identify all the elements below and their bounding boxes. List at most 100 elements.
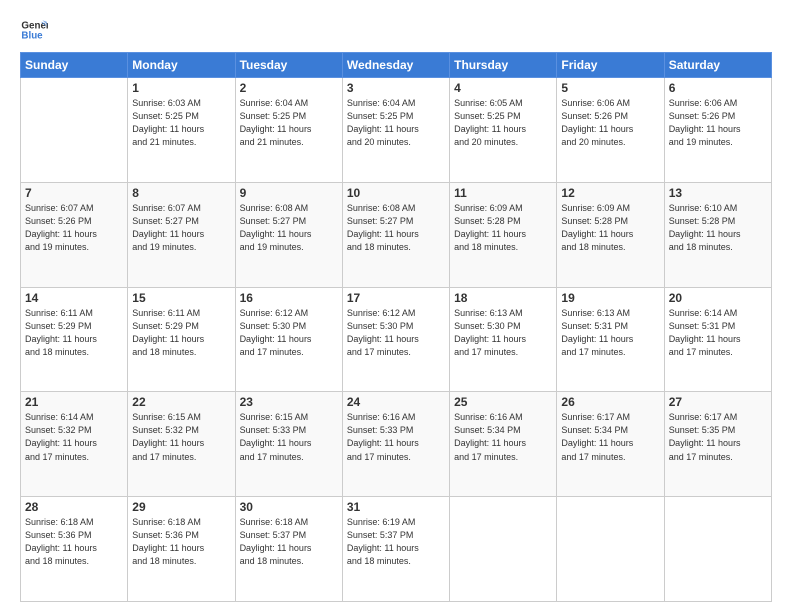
day-number: 13 xyxy=(669,186,767,200)
calendar-week-4: 21 Sunrise: 6:14 AM Sunset: 5:32 PM Dayli… xyxy=(21,392,772,497)
day-info: Sunrise: 6:08 AM Sunset: 5:27 PM Dayligh… xyxy=(240,202,338,254)
day-info: Sunrise: 6:08 AM Sunset: 5:27 PM Dayligh… xyxy=(347,202,445,254)
calendar-cell xyxy=(21,78,128,183)
day-number: 30 xyxy=(240,500,338,514)
day-number: 10 xyxy=(347,186,445,200)
calendar-cell: 27 Sunrise: 6:17 AM Sunset: 5:35 PM Dayli… xyxy=(664,392,771,497)
calendar-cell: 5Sunrise: 6:06 AM Sunset: 5:26 PM Daylig… xyxy=(557,78,664,183)
calendar-cell: 7Sunrise: 6:07 AM Sunset: 5:26 PM Daylig… xyxy=(21,182,128,287)
day-number: 26 xyxy=(561,395,659,409)
calendar-cell: 25 Sunrise: 6:16 AM Sunset: 5:34 PM Dayli… xyxy=(450,392,557,497)
calendar-cell: 15 Sunrise: 6:11 AM Sunset: 5:29 PM Dayli… xyxy=(128,287,235,392)
day-number: 6 xyxy=(669,81,767,95)
calendar-cell: 17 Sunrise: 6:12 AM Sunset: 5:30 PM Dayli… xyxy=(342,287,449,392)
header: General Blue xyxy=(20,16,772,44)
calendar-week-3: 14 Sunrise: 6:11 AM Sunset: 5:29 PM Dayli… xyxy=(21,287,772,392)
day-info: Sunrise: 6:04 AM Sunset: 5:25 PM Dayligh… xyxy=(347,97,445,149)
calendar-cell: 11 Sunrise: 6:09 AM Sunset: 5:28 PM Dayli… xyxy=(450,182,557,287)
day-info: Sunrise: 6:17 AM Sunset: 5:35 PM Dayligh… xyxy=(669,411,767,463)
calendar-week-2: 7Sunrise: 6:07 AM Sunset: 5:26 PM Daylig… xyxy=(21,182,772,287)
day-number: 8 xyxy=(132,186,230,200)
day-info: Sunrise: 6:11 AM Sunset: 5:29 PM Dayligh… xyxy=(25,307,123,359)
calendar-cell: 28 Sunrise: 6:18 AM Sunset: 5:36 PM Dayli… xyxy=(21,497,128,602)
calendar-cell: 9 Sunrise: 6:08 AM Sunset: 5:27 PM Daylig… xyxy=(235,182,342,287)
calendar-cell: 4 Sunrise: 6:05 AM Sunset: 5:25 PM Daylig… xyxy=(450,78,557,183)
day-info: Sunrise: 6:03 AM Sunset: 5:25 PM Dayligh… xyxy=(132,97,230,149)
day-info: Sunrise: 6:14 AM Sunset: 5:32 PM Dayligh… xyxy=(25,411,123,463)
logo-icon: General Blue xyxy=(20,16,48,44)
day-number: 1 xyxy=(132,81,230,95)
day-info: Sunrise: 6:15 AM Sunset: 5:32 PM Dayligh… xyxy=(132,411,230,463)
calendar-week-1: 1 Sunrise: 6:03 AM Sunset: 5:25 PM Daylig… xyxy=(21,78,772,183)
day-info: Sunrise: 6:09 AM Sunset: 5:28 PM Dayligh… xyxy=(454,202,552,254)
calendar-cell: 3 Sunrise: 6:04 AM Sunset: 5:25 PM Daylig… xyxy=(342,78,449,183)
day-number: 23 xyxy=(240,395,338,409)
header-day-saturday: Saturday xyxy=(664,53,771,78)
day-info: Sunrise: 6:09 AM Sunset: 5:28 PM Dayligh… xyxy=(561,202,659,254)
calendar-cell: 2 Sunrise: 6:04 AM Sunset: 5:25 PM Daylig… xyxy=(235,78,342,183)
day-number: 17 xyxy=(347,291,445,305)
day-number: 9 xyxy=(240,186,338,200)
day-number: 4 xyxy=(454,81,552,95)
day-info: Sunrise: 6:15 AM Sunset: 5:33 PM Dayligh… xyxy=(240,411,338,463)
calendar-cell xyxy=(664,497,771,602)
day-number: 20 xyxy=(669,291,767,305)
day-info: Sunrise: 6:13 AM Sunset: 5:31 PM Dayligh… xyxy=(561,307,659,359)
day-number: 19 xyxy=(561,291,659,305)
day-info: Sunrise: 6:12 AM Sunset: 5:30 PM Dayligh… xyxy=(240,307,338,359)
calendar-cell: 16 Sunrise: 6:12 AM Sunset: 5:30 PM Dayli… xyxy=(235,287,342,392)
calendar-cell: 14 Sunrise: 6:11 AM Sunset: 5:29 PM Dayli… xyxy=(21,287,128,392)
day-info: Sunrise: 6:16 AM Sunset: 5:34 PM Dayligh… xyxy=(454,411,552,463)
day-number: 3 xyxy=(347,81,445,95)
calendar-week-5: 28 Sunrise: 6:18 AM Sunset: 5:36 PM Dayli… xyxy=(21,497,772,602)
calendar-cell: 6 Sunrise: 6:06 AM Sunset: 5:26 PM Daylig… xyxy=(664,78,771,183)
header-day-thursday: Thursday xyxy=(450,53,557,78)
day-info: Sunrise: 6:11 AM Sunset: 5:29 PM Dayligh… xyxy=(132,307,230,359)
day-number: 24 xyxy=(347,395,445,409)
day-info: Sunrise: 6:18 AM Sunset: 5:36 PM Dayligh… xyxy=(25,516,123,568)
day-number: 22 xyxy=(132,395,230,409)
calendar-cell xyxy=(450,497,557,602)
day-info: Sunrise: 6:04 AM Sunset: 5:25 PM Dayligh… xyxy=(240,97,338,149)
day-number: 11 xyxy=(454,186,552,200)
day-number: 5 xyxy=(561,81,659,95)
calendar-cell: 24 Sunrise: 6:16 AM Sunset: 5:33 PM Dayli… xyxy=(342,392,449,497)
day-number: 15 xyxy=(132,291,230,305)
header-day-monday: Monday xyxy=(128,53,235,78)
calendar-cell: 22 Sunrise: 6:15 AM Sunset: 5:32 PM Dayli… xyxy=(128,392,235,497)
day-number: 28 xyxy=(25,500,123,514)
day-info: Sunrise: 6:06 AM Sunset: 5:26 PM Dayligh… xyxy=(669,97,767,149)
day-info: Sunrise: 6:10 AM Sunset: 5:28 PM Dayligh… xyxy=(669,202,767,254)
day-info: Sunrise: 6:14 AM Sunset: 5:31 PM Dayligh… xyxy=(669,307,767,359)
day-number: 21 xyxy=(25,395,123,409)
calendar-cell: 1 Sunrise: 6:03 AM Sunset: 5:25 PM Daylig… xyxy=(128,78,235,183)
calendar-cell: 18Sunrise: 6:13 AM Sunset: 5:30 PM Dayli… xyxy=(450,287,557,392)
day-number: 2 xyxy=(240,81,338,95)
calendar-cell xyxy=(557,497,664,602)
page: General Blue SundayMondayTuesdayWednesda… xyxy=(0,0,792,612)
day-number: 16 xyxy=(240,291,338,305)
calendar-cell: 12 Sunrise: 6:09 AM Sunset: 5:28 PM Dayli… xyxy=(557,182,664,287)
day-number: 25 xyxy=(454,395,552,409)
header-day-wednesday: Wednesday xyxy=(342,53,449,78)
calendar-header: SundayMondayTuesdayWednesdayThursdayFrid… xyxy=(21,53,772,78)
day-info: Sunrise: 6:16 AM Sunset: 5:33 PM Dayligh… xyxy=(347,411,445,463)
header-row: SundayMondayTuesdayWednesdayThursdayFrid… xyxy=(21,53,772,78)
calendar-cell: 20 Sunrise: 6:14 AM Sunset: 5:31 PM Dayli… xyxy=(664,287,771,392)
day-info: Sunrise: 6:05 AM Sunset: 5:25 PM Dayligh… xyxy=(454,97,552,149)
calendar-cell: 13 Sunrise: 6:10 AM Sunset: 5:28 PM Dayli… xyxy=(664,182,771,287)
header-day-tuesday: Tuesday xyxy=(235,53,342,78)
day-info: Sunrise: 6:18 AM Sunset: 5:36 PM Dayligh… xyxy=(132,516,230,568)
day-info: Sunrise: 6:07 AM Sunset: 5:27 PM Dayligh… xyxy=(132,202,230,254)
day-info: Sunrise: 6:18 AM Sunset: 5:37 PM Dayligh… xyxy=(240,516,338,568)
calendar-cell: 21 Sunrise: 6:14 AM Sunset: 5:32 PM Dayli… xyxy=(21,392,128,497)
day-number: 18 xyxy=(454,291,552,305)
day-number: 14 xyxy=(25,291,123,305)
calendar-cell: 29Sunrise: 6:18 AM Sunset: 5:36 PM Dayli… xyxy=(128,497,235,602)
calendar-cell: 31Sunrise: 6:19 AM Sunset: 5:37 PM Dayli… xyxy=(342,497,449,602)
day-number: 27 xyxy=(669,395,767,409)
day-number: 12 xyxy=(561,186,659,200)
calendar-cell: 23 Sunrise: 6:15 AM Sunset: 5:33 PM Dayli… xyxy=(235,392,342,497)
calendar-cell: 26Sunrise: 6:17 AM Sunset: 5:34 PM Dayli… xyxy=(557,392,664,497)
day-info: Sunrise: 6:12 AM Sunset: 5:30 PM Dayligh… xyxy=(347,307,445,359)
